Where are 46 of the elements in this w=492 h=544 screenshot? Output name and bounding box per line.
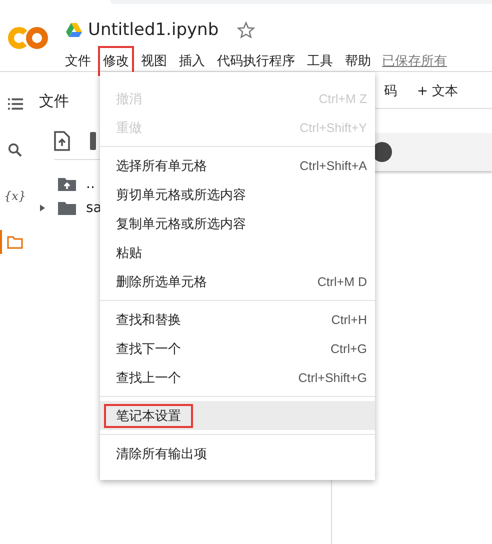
shortcut-text: Ctrl+H bbox=[331, 312, 367, 326]
dropdown-item[interactable]: 粘贴 bbox=[100, 238, 375, 267]
shortcut-text: Ctrl+Shift+G bbox=[298, 370, 367, 384]
item-label: 查找上一个 bbox=[115, 370, 182, 388]
menu-item[interactable]: 代码执行程序 bbox=[212, 46, 300, 76]
shortcut-text: Ctrl+G bbox=[330, 342, 367, 356]
folder-icon bbox=[58, 201, 76, 215]
panel-title: 文件 bbox=[39, 92, 69, 111]
dropdown-item[interactable]: 剪切单元格或所选内容 bbox=[100, 180, 375, 209]
upload-file-icon[interactable] bbox=[54, 131, 70, 151]
item-label: 清除所有输出项 bbox=[115, 446, 208, 464]
item-label: 查找下一个 bbox=[115, 340, 182, 358]
shortcut-text: Ctrl+Shift+A bbox=[300, 158, 367, 172]
dropdown-item[interactable]: 选择所有单元格 Ctrl+Shift+A bbox=[100, 151, 375, 180]
code-cell[interactable] bbox=[374, 133, 492, 171]
item-label: 复制单元格或所选内容 bbox=[115, 216, 247, 234]
folder-up-icon bbox=[58, 177, 76, 191]
item-label: 笔记本设置 bbox=[104, 404, 193, 428]
dropdown-item[interactable]: 查找下一个 Ctrl+G bbox=[100, 334, 375, 363]
dropdown-item[interactable]: 清除所有输出项 bbox=[100, 439, 375, 468]
menu-item[interactable]: 工具 bbox=[302, 46, 338, 76]
menu-item[interactable]: 插入 bbox=[174, 46, 210, 76]
menu-item[interactable]: 文件 bbox=[60, 46, 96, 76]
toolbar-button[interactable]: 码 bbox=[384, 82, 397, 100]
save-status-link[interactable]: 已保存所有 bbox=[382, 52, 447, 70]
menu-item[interactable]: 视图 bbox=[136, 46, 172, 76]
dropdown-item[interactable]: 查找和替换 Ctrl+H bbox=[100, 305, 375, 334]
caret-icon[interactable] bbox=[40, 204, 45, 212]
dropdown-item[interactable]: 删除所选单元格 Ctrl+M D bbox=[100, 267, 375, 296]
toolbar-button[interactable]: + 文本 bbox=[416, 82, 458, 100]
item-label: 删除所选单元格 bbox=[115, 274, 208, 292]
colab-logo bbox=[8, 26, 48, 50]
file-name[interactable]: .. bbox=[86, 176, 95, 192]
drive-icon bbox=[66, 23, 82, 37]
item-label: 粘贴 bbox=[115, 244, 143, 262]
item-label: 剪切单元格或所选内容 bbox=[115, 186, 247, 204]
item-label: 选择所有单元格 bbox=[115, 158, 208, 176]
menu-item[interactable]: 帮助 bbox=[340, 46, 376, 76]
star-icon[interactable] bbox=[236, 21, 255, 39]
variables-icon[interactable]: {x} bbox=[0, 184, 28, 208]
item-label: 查找和替换 bbox=[115, 312, 182, 330]
dropdown-item[interactable]: 笔记本设置 bbox=[100, 401, 375, 430]
dropdown-item[interactable]: 查找上一个 Ctrl+Shift+G bbox=[100, 363, 375, 392]
dropdown-item[interactable]: 复制单元格或所选内容 bbox=[100, 209, 375, 238]
notebook-title[interactable]: Untitled1.ipynb bbox=[88, 20, 219, 40]
shortcut-text: Ctrl+M D bbox=[317, 274, 367, 288]
